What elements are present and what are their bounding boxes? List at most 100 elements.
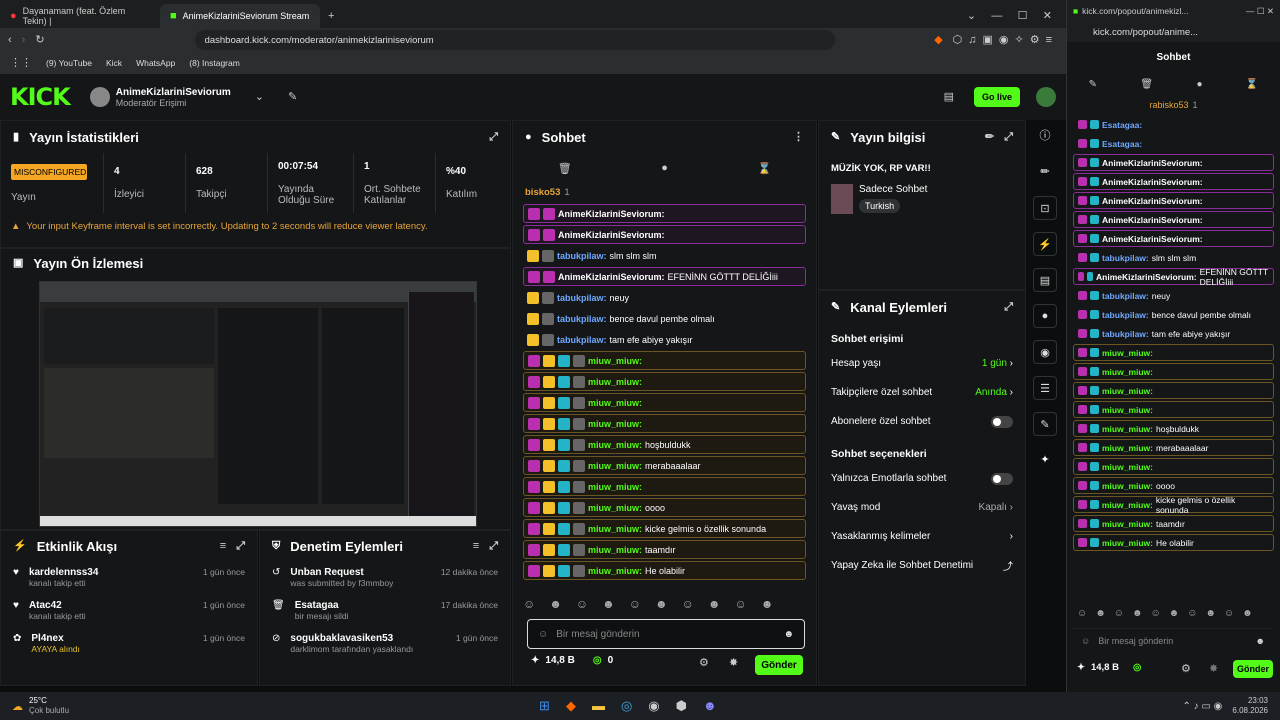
chat-username[interactable]: tabukpilaw:: [557, 293, 607, 303]
settings-icon[interactable]: ⚙: [699, 658, 709, 669]
chat-username[interactable]: miuw_miuw:: [1102, 519, 1153, 529]
chat-bubble-icon[interactable]: ●: [661, 162, 668, 174]
emote-picker-icon[interactable]: ☻: [1256, 636, 1265, 646]
focus-icon[interactable]: ⊡: [1033, 196, 1057, 220]
steam-icon[interactable]: ◉: [648, 698, 659, 714]
chat-icon[interactable]: ●: [1033, 304, 1057, 328]
folder-icon[interactable]: ▬: [592, 698, 605, 714]
trash-icon[interactable]: 🗑: [1140, 79, 1153, 90]
forward-icon[interactable]: ›: [22, 34, 26, 46]
chat-username[interactable]: AnimeKizlariniSeviorum:: [1102, 158, 1203, 168]
chat-username[interactable]: miuw_miuw:: [588, 503, 642, 513]
back-icon[interactable]: ‹: [8, 34, 12, 46]
bookmark-youtube[interactable]: (9) YouTube: [46, 58, 92, 68]
brave-shield-icon[interactable]: ◆: [934, 34, 942, 46]
settings-icon[interactable]: ⚙: [1181, 664, 1191, 675]
bookmark-whatsapp[interactable]: WhatsApp: [136, 58, 175, 68]
popout-chat-input[interactable]: ☺ Bir mesaj gönderin ☻: [1073, 628, 1273, 652]
chat-username[interactable]: AnimeKizlariniSeviorum:: [558, 272, 665, 282]
user-avatar[interactable]: [1036, 87, 1056, 107]
account-age-setting[interactable]: Hesap yaşı 1 gün ›: [819, 349, 1025, 378]
chat-bubble-icon[interactable]: ●: [1196, 79, 1202, 90]
chat-username[interactable]: miuw_miuw:: [588, 461, 642, 471]
ai-moderation-setting[interactable]: Yapay Zeka ile Sohbet Denetimi ⤴: [819, 551, 1025, 580]
chat-username[interactable]: miuw_miuw:: [1102, 538, 1153, 548]
pencil-icon[interactable]: ✏: [1033, 160, 1057, 184]
window-controls[interactable]: — ☐ ✕: [1246, 6, 1274, 17]
chat-username[interactable]: miuw_miuw:: [588, 398, 642, 408]
chat-username[interactable]: miuw_miuw:: [1102, 481, 1153, 491]
list-icon[interactable]: ☰: [1033, 376, 1057, 400]
clipboard-icon[interactable]: ▤: [1033, 268, 1057, 292]
chat-username[interactable]: miuw_miuw:: [1102, 500, 1153, 510]
chat-username[interactable]: AnimeKizlariniSeviorum:: [1102, 196, 1203, 206]
popout-icon[interactable]: ⤢: [1004, 131, 1013, 143]
chat-username[interactable]: miuw_miuw:: [1102, 367, 1153, 377]
trash-icon[interactable]: 🗑: [558, 162, 572, 175]
edit-icon[interactable]: ✏: [985, 131, 994, 143]
chat-username[interactable]: miuw_miuw:: [1102, 424, 1153, 434]
bolt-icon[interactable]: ⚡: [1033, 232, 1057, 256]
send-button[interactable]: Gönder: [755, 655, 803, 675]
settings-icon[interactable]: ✦: [1033, 448, 1057, 472]
start-icon[interactable]: ⊞: [539, 698, 550, 714]
brave-icon[interactable]: ◆: [566, 698, 576, 714]
chat-username[interactable]: Esatagaa:: [1102, 139, 1142, 149]
chat-username[interactable]: tabukpilaw:: [557, 335, 607, 345]
go-live-button[interactable]: Go live: [973, 87, 1020, 107]
tab-kick[interactable]: ■ AnimeKizlariniSeviorum Stream: [160, 4, 320, 28]
followers-only-setting[interactable]: Takipçilere özel sohbet Anında ›: [819, 378, 1025, 407]
emoji-icon[interactable]: ☺: [538, 629, 548, 640]
emote-only-toggle[interactable]: [991, 472, 1013, 485]
chat-username[interactable]: miuw_miuw:: [1102, 443, 1153, 453]
chat-username[interactable]: Esatagaa:: [1102, 120, 1142, 130]
app2-icon[interactable]: ⬢: [676, 698, 687, 714]
chat-username[interactable]: tabukpilaw:: [557, 251, 607, 261]
chat-input[interactable]: ☺ Bir mesaj gönderin ☻: [527, 619, 805, 649]
pin-icon[interactable]: ✎: [1089, 79, 1097, 90]
slow-mode-setting[interactable]: Yavaş mod Kapalı ›: [819, 493, 1025, 522]
chat-username[interactable]: miuw_miuw:: [588, 566, 642, 576]
chat-username[interactable]: AnimeKizlariniSeviorum:: [1102, 234, 1203, 244]
popout-address[interactable]: kick.com/popout/anime...: [1067, 22, 1280, 42]
url-field[interactable]: dashboard.kick.com/moderator/animekizlar…: [194, 30, 835, 50]
subs-only-toggle[interactable]: [991, 415, 1013, 428]
chat-username[interactable]: tabukpilaw:: [557, 314, 607, 324]
layout-icon[interactable]: ▤: [944, 91, 954, 103]
chat-username[interactable]: tabukpilaw:: [1102, 310, 1149, 320]
broadcast-icon[interactable]: ◉: [1033, 340, 1057, 364]
reload-icon[interactable]: ↻: [35, 34, 44, 46]
chat-username[interactable]: AnimeKizlariniSeviorum:: [558, 230, 665, 240]
chat-username[interactable]: miuw_miuw:: [588, 440, 642, 450]
extensions-icons[interactable]: ⬡♫▣◉✧⚙≡: [953, 34, 1058, 46]
emote-bar[interactable]: ☺☻☺☻☺☻☺☻☺☻: [1077, 608, 1261, 619]
app-icon[interactable]: ◎: [621, 698, 632, 714]
chat-username[interactable]: AnimeKizlariniSeviorum:: [558, 209, 665, 219]
chat-username[interactable]: miuw_miuw:: [1102, 348, 1153, 358]
filter-icon[interactable]: ≡: [220, 540, 226, 552]
popout-icon[interactable]: ⤢: [1004, 301, 1013, 313]
chat-username[interactable]: miuw_miuw:: [588, 545, 642, 555]
hourglass-icon[interactable]: ⌛: [757, 162, 771, 175]
chevron-down-icon[interactable]: ⌄: [255, 91, 264, 103]
info-icon[interactable]: ⓘ: [1033, 124, 1057, 148]
banned-words-setting[interactable]: Yasaklanmış kelimeler ›: [819, 522, 1025, 551]
chat-username[interactable]: miuw_miuw:: [588, 377, 642, 387]
chat-username[interactable]: miuw_miuw:: [588, 482, 642, 492]
chat-username[interactable]: miuw_miuw:: [588, 356, 642, 366]
chat-username[interactable]: tabukpilaw:: [1102, 253, 1149, 263]
emoji-icon[interactable]: ☺: [1081, 636, 1090, 646]
discord-icon[interactable]: ☻: [703, 698, 717, 714]
chat-username[interactable]: miuw_miuw:: [588, 419, 642, 429]
chat-username[interactable]: AnimeKizlariniSeviorum:: [1102, 177, 1203, 187]
new-tab-icon[interactable]: +: [328, 4, 334, 28]
popout-send-button[interactable]: Gönder: [1233, 660, 1273, 678]
pin-icon[interactable]: ✎: [288, 91, 297, 103]
chat-username[interactable]: AnimeKizlariniSeviorum:: [1102, 215, 1203, 225]
popout-icon[interactable]: ⤢: [236, 540, 245, 552]
chat-username[interactable]: AnimeKizlariniSeviorum:: [1096, 272, 1197, 282]
chat-username[interactable]: miuw_miuw:: [1102, 405, 1153, 415]
popout-icon[interactable]: ⤢: [489, 540, 498, 552]
bookmark-instagram[interactable]: (8) Instagram: [189, 58, 240, 68]
popout-icon[interactable]: ⤢: [489, 131, 498, 143]
